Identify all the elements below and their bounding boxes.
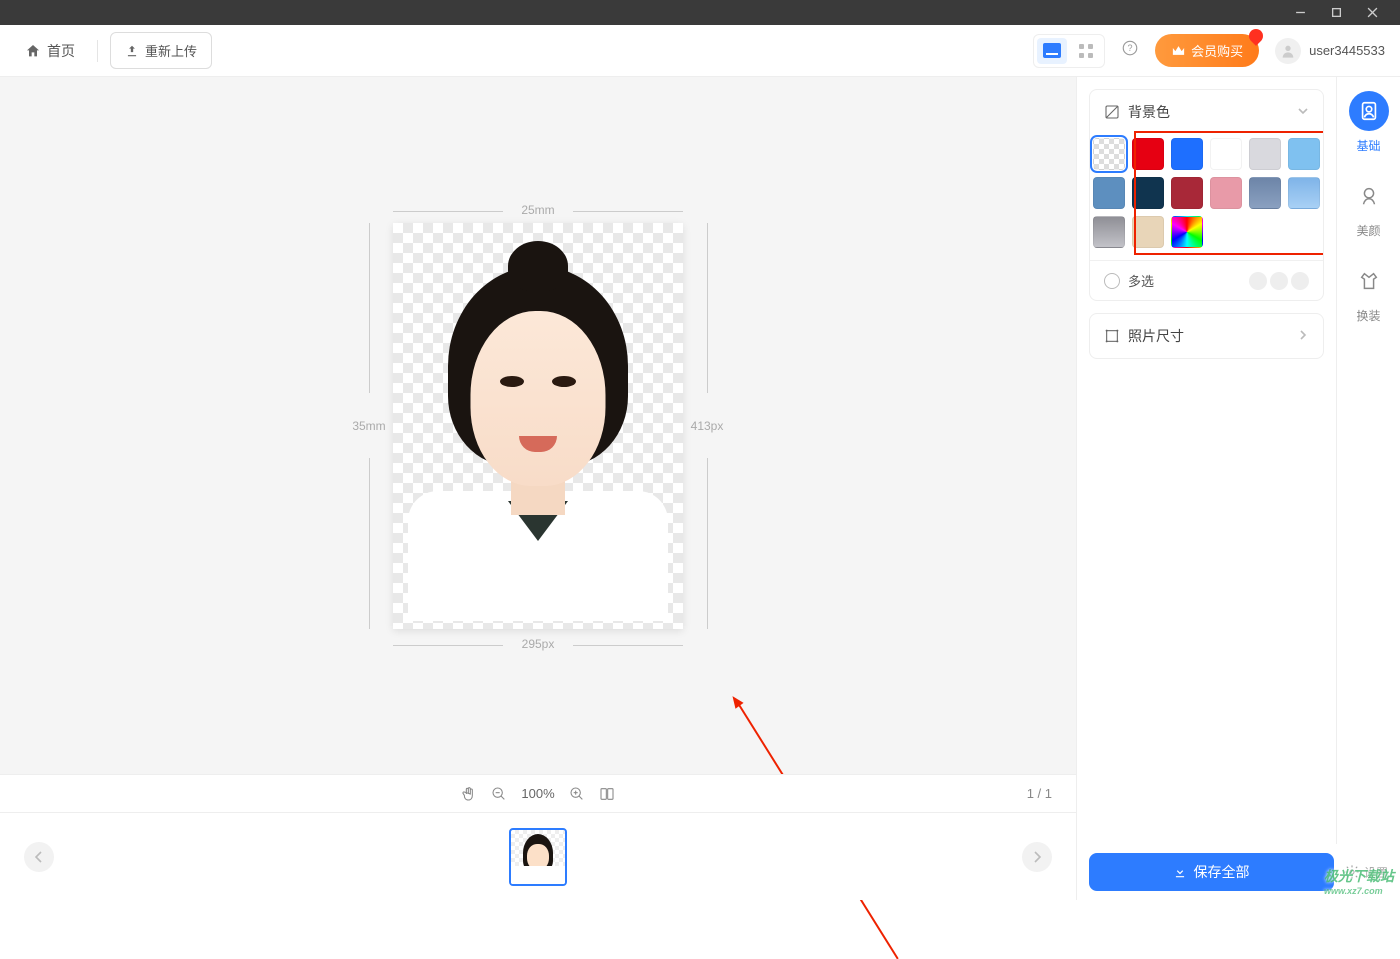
avatar	[1275, 38, 1301, 64]
zoom-out-button[interactable]	[491, 786, 507, 802]
sidebar-label: 换装	[1356, 307, 1380, 324]
sidebar-label: 美颜	[1356, 222, 1380, 239]
page-indicator: 1 / 1	[1027, 786, 1052, 801]
dimension-top: 25mm	[393, 203, 683, 217]
chevron-right-icon	[1297, 328, 1309, 344]
vip-purchase-button[interactable]: 会员购买	[1155, 34, 1259, 67]
app-header: 首页 重新上传 ? 会员购买 user3445533	[0, 25, 1400, 77]
download-icon	[1173, 865, 1187, 879]
color-swatch-pink[interactable]	[1210, 177, 1242, 209]
multi-preview	[1249, 272, 1309, 290]
color-swatch-navy[interactable]	[1132, 177, 1164, 209]
color-swatch-steel[interactable]	[1093, 177, 1125, 209]
canvas-content[interactable]: 25mm 35mm 413px 295px	[0, 77, 1076, 774]
size-header[interactable]: 照片尺寸	[1090, 314, 1323, 358]
chevron-down-icon	[1297, 104, 1309, 120]
beauty-icon	[1349, 176, 1389, 216]
color-swatch-crimson[interactable]	[1171, 177, 1203, 209]
color-swatches	[1090, 134, 1323, 260]
zoom-in-button[interactable]	[569, 786, 585, 802]
layout-grid[interactable]	[1071, 38, 1101, 64]
thumbnail-bar	[0, 812, 1076, 900]
color-swatch-white[interactable]	[1210, 138, 1242, 170]
photo-container: 25mm 35mm 413px 295px	[393, 223, 683, 629]
thumbnail-item[interactable]	[509, 828, 567, 886]
dress-icon	[1349, 261, 1389, 301]
multi-select-row: 多选	[1090, 260, 1323, 300]
layout-toggle	[1033, 34, 1105, 68]
canvas-area: 25mm 35mm 413px 295px	[0, 77, 1076, 900]
color-swatch-sky[interactable]	[1288, 138, 1320, 170]
multi-select-toggle[interactable]: 多选	[1104, 271, 1154, 290]
compare-button[interactable]	[599, 786, 615, 802]
close-button[interactable]	[1354, 0, 1390, 25]
vip-label: 会员购买	[1191, 41, 1243, 60]
reupload-label: 重新上传	[145, 41, 197, 60]
color-swatch-lgray[interactable]	[1249, 138, 1281, 170]
sidebar-item-beauty[interactable]: 美颜	[1349, 176, 1389, 239]
reupload-button[interactable]: 重新上传	[110, 32, 212, 69]
maximize-button[interactable]	[1318, 0, 1354, 25]
color-swatch-blue[interactable]	[1171, 138, 1203, 170]
background-section: 背景色 多选	[1089, 89, 1324, 301]
color-swatch-slate[interactable]	[1249, 177, 1281, 209]
mode-sidebar: 基础 美颜 换装	[1336, 77, 1400, 900]
sidebar-item-basic[interactable]: 基础	[1349, 91, 1389, 154]
window-titlebar	[0, 0, 1400, 25]
crown-icon	[1171, 44, 1186, 57]
svg-text:?: ?	[1128, 43, 1133, 53]
thumb-next-button[interactable]	[1022, 842, 1052, 872]
dimension-right: 413px	[687, 223, 727, 629]
basic-icon	[1349, 91, 1389, 131]
thumb-prev-button[interactable]	[24, 842, 54, 872]
bg-label: 背景色	[1128, 102, 1170, 122]
zoom-toolbar: 100% 1 / 1	[0, 774, 1076, 812]
color-swatch-red[interactable]	[1132, 138, 1164, 170]
color-swatch-graygrad[interactable]	[1093, 216, 1125, 248]
bg-icon	[1104, 104, 1120, 120]
dimension-bottom: 295px	[393, 637, 683, 651]
dimension-left: 35mm	[349, 223, 389, 629]
zoom-level: 100%	[521, 786, 554, 801]
layout-single[interactable]	[1037, 38, 1067, 64]
sidebar-item-dress[interactable]: 换装	[1349, 261, 1389, 324]
size-icon	[1104, 328, 1120, 344]
notification-badge	[1246, 26, 1266, 46]
color-swatch-beige[interactable]	[1132, 216, 1164, 248]
properties-panel: 背景色 多选 照片尺寸	[1076, 77, 1336, 900]
color-swatch-rainbow[interactable]	[1171, 216, 1203, 248]
minimize-button[interactable]	[1282, 0, 1318, 25]
size-section: 照片尺寸	[1089, 313, 1324, 359]
size-label: 照片尺寸	[1128, 326, 1184, 346]
home-label: 首页	[47, 41, 75, 61]
home-button[interactable]: 首页	[15, 35, 85, 67]
user-menu[interactable]: user3445533	[1275, 38, 1385, 64]
home-icon	[25, 43, 41, 59]
upload-icon	[125, 44, 139, 58]
background-header[interactable]: 背景色	[1090, 90, 1323, 134]
watermark: 极光下载站www.xz7.com	[1324, 866, 1394, 896]
save-label: 保存全部	[1193, 862, 1249, 882]
divider	[97, 40, 98, 62]
id-photo[interactable]	[393, 223, 683, 629]
multi-label: 多选	[1128, 271, 1154, 290]
username: user3445533	[1309, 43, 1385, 58]
color-swatch-lblue[interactable]	[1288, 177, 1320, 209]
pan-tool[interactable]	[461, 786, 477, 802]
help-button[interactable]: ?	[1121, 39, 1139, 62]
color-swatch-transparent[interactable]	[1093, 138, 1125, 170]
radio-icon	[1104, 273, 1120, 289]
sidebar-label: 基础	[1356, 137, 1380, 154]
save-all-button[interactable]: 保存全部	[1089, 853, 1334, 891]
